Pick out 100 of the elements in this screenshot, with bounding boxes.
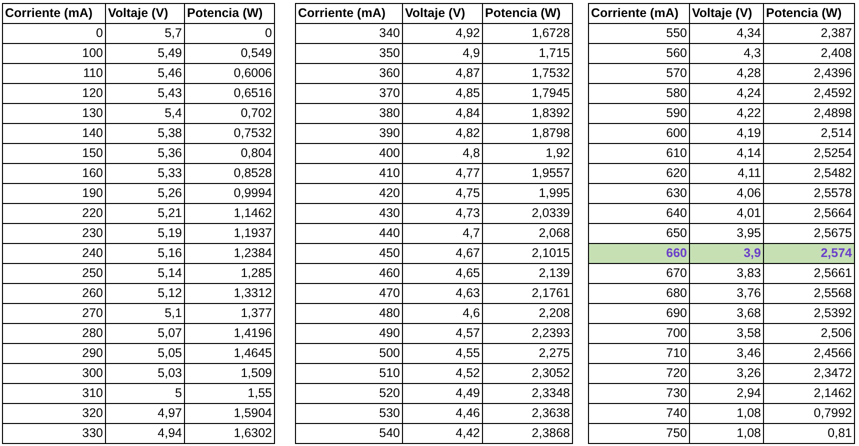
table-cell: 160 (3, 164, 106, 184)
table-cell: 4,3 (690, 44, 764, 64)
table-cell: 390 (296, 124, 403, 144)
table-cell: 1,8392 (483, 104, 573, 124)
table-cell: 360 (296, 64, 403, 84)
table-cell: 5,7 (106, 24, 185, 44)
table-cell: 750 (589, 424, 690, 444)
table-cell: 500 (296, 344, 403, 364)
table-cell: 710 (589, 344, 690, 364)
table-cell: 3,58 (690, 324, 764, 344)
table-cell: 0 (185, 24, 275, 44)
table-cell: 5 (106, 384, 185, 404)
table-cell: 2,4592 (764, 84, 855, 104)
table-cell: 0 (3, 24, 106, 44)
table-cell: 4,14 (690, 144, 764, 164)
table-cell: 330 (3, 424, 106, 444)
table-cell: 2,5664 (764, 204, 855, 224)
table-cell: 2,068 (483, 224, 573, 244)
table-cell: 5,19 (106, 224, 185, 244)
table-cell: 510 (296, 364, 403, 384)
table-cell: 260 (3, 284, 106, 304)
table-cell: 4,28 (690, 64, 764, 84)
table-cell: 410 (296, 164, 403, 184)
table-cell: 2,1462 (764, 384, 855, 404)
table-cell: 4,55 (403, 344, 483, 364)
table-cell: 0,81 (764, 424, 855, 444)
table-cell: 5,46 (106, 64, 185, 84)
table-cell: 5,07 (106, 324, 185, 344)
table-cell: 4,01 (690, 204, 764, 224)
table-cell: 270 (3, 304, 106, 324)
table-cell: 700 (589, 324, 690, 344)
table-cell: 1,715 (483, 44, 573, 64)
table-cell: 4,82 (403, 124, 483, 144)
table-cell: 4,46 (403, 404, 483, 424)
table-cell: 2,2393 (483, 324, 573, 344)
table-cell: 440 (296, 224, 403, 244)
table-cell: 2,408 (764, 44, 855, 64)
table-cell: 4,6 (403, 304, 483, 324)
table-cell: 5,49 (106, 44, 185, 64)
table-cell: 4,52 (403, 364, 483, 384)
table-cell: 4,73 (403, 204, 483, 224)
table-cell: 580 (589, 84, 690, 104)
column-header: Potencia (W) (185, 4, 275, 24)
table-cell: 2,3638 (483, 404, 573, 424)
table-cell: 4,49 (403, 384, 483, 404)
table-cell: 1,8798 (483, 124, 573, 144)
table-cell: 1,92 (483, 144, 573, 164)
table-cell: 1,509 (185, 364, 275, 384)
table-cell: 4,7 (403, 224, 483, 244)
table-cell: 2,5482 (764, 164, 855, 184)
table-cell: 2,4898 (764, 104, 855, 124)
table-cell: 310 (3, 384, 106, 404)
table-cell: 1,1937 (185, 224, 275, 244)
table-cell: 470 (296, 284, 403, 304)
table-cell: 620 (589, 164, 690, 184)
table-cell: 1,2384 (185, 244, 275, 264)
table-cell: 4,19 (690, 124, 764, 144)
table-cell: 730 (589, 384, 690, 404)
column-header: Voltaje (V) (403, 4, 483, 24)
table-cell: 350 (296, 44, 403, 64)
table-cell: 220 (3, 204, 106, 224)
table-cell: 4,22 (690, 104, 764, 124)
column-header: Potencia (W) (764, 4, 855, 24)
table-cell: 670 (589, 264, 690, 284)
table-cell: 1,4196 (185, 324, 275, 344)
table-cell: 2,1015 (483, 244, 573, 264)
table-cell: 4,63 (403, 284, 483, 304)
table-cell: 140 (3, 124, 106, 144)
table-cell: 290 (3, 344, 106, 364)
table-cell: 1,6302 (185, 424, 275, 444)
table-cell: 720 (589, 364, 690, 384)
table-cell: 2,514 (764, 124, 855, 144)
table-cell: 4,24 (690, 84, 764, 104)
table-cell: 120 (3, 84, 106, 104)
table-cell: 1,3312 (185, 284, 275, 304)
table-cell: 1,4645 (185, 344, 275, 364)
table-cell: 2,5578 (764, 184, 855, 204)
table-cell: 5,43 (106, 84, 185, 104)
column-header: Corriente (mA) (296, 4, 403, 24)
column-header: Corriente (mA) (589, 4, 690, 24)
table-cell: 2,4396 (764, 64, 855, 84)
table-cell: 1,08 (690, 424, 764, 444)
table-cell: 1,285 (185, 264, 275, 284)
table-cell: 1,6728 (483, 24, 573, 44)
table-cell: 2,94 (690, 384, 764, 404)
table-cell: 0,8528 (185, 164, 275, 184)
table-cell: 2,5568 (764, 284, 855, 304)
table-cell: 280 (3, 324, 106, 344)
table-cell: 450 (296, 244, 403, 264)
table-cell: 0,7532 (185, 124, 275, 144)
table-cell: 150 (3, 144, 106, 164)
table-cell: 3,9 (690, 244, 764, 264)
column-header: Voltaje (V) (106, 4, 185, 24)
table-cell: 4,85 (403, 84, 483, 104)
table-cell: 2,5254 (764, 144, 855, 164)
table-cell: 4,34 (690, 24, 764, 44)
table-cell: 2,3348 (483, 384, 573, 404)
table-cell: 250 (3, 264, 106, 284)
table-cell: 190 (3, 184, 106, 204)
table-cell: 640 (589, 204, 690, 224)
